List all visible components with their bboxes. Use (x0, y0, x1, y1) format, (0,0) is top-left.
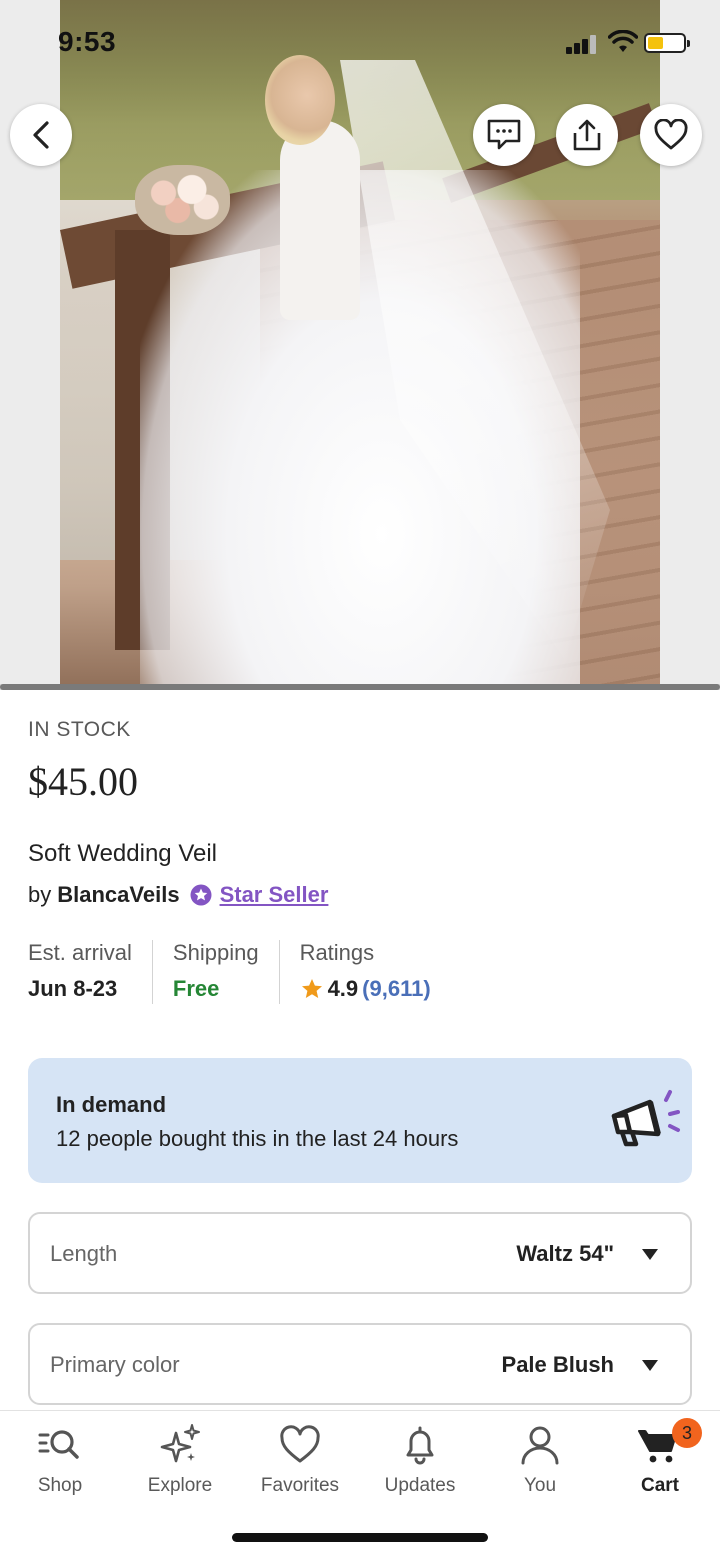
megaphone-icon (611, 1090, 680, 1147)
in-demand-heading: In demand (56, 1092, 167, 1117)
star-icon (301, 979, 322, 998)
primary-color-label: Primary color (50, 1352, 180, 1377)
heart-icon (654, 119, 688, 150)
bell-icon (406, 1426, 434, 1465)
status-time: 9:53 (58, 26, 117, 57)
primary-color-value: Pale Blush (501, 1352, 614, 1377)
chevron-down-icon (642, 1360, 658, 1371)
search-icon (38, 1430, 79, 1459)
product-image-gallery[interactable] (0, 0, 720, 690)
nav-cart-label: Cart (640, 1475, 679, 1496)
nav-favorites[interactable]: Favorites (240, 1411, 360, 1511)
length-value: Waltz 54" (516, 1241, 614, 1266)
cellular-signal-icon (566, 34, 600, 54)
in-demand-text: 12 people bought this in the last 24 hou… (56, 1126, 459, 1151)
fact-shipping: Shipping Free (173, 940, 280, 1004)
fact-arrival: Est. arrival Jun 8-23 (28, 940, 153, 1004)
length-select[interactable]: Length Waltz 54" (28, 1212, 692, 1294)
star-seller-badge-icon (190, 884, 212, 906)
product-title: Soft Wedding Veil (28, 840, 218, 867)
star-seller-link[interactable]: Star Seller (220, 882, 329, 908)
ratings-value[interactable]: 4.9 (9,611) (300, 976, 431, 1002)
nav-shop-label: Shop (37, 1475, 83, 1496)
nav-updates[interactable]: Updates (360, 1411, 480, 1511)
chevron-down-icon (642, 1249, 658, 1260)
gallery-progress-fill (0, 684, 720, 690)
heart-icon (280, 1425, 320, 1463)
favorite-button[interactable] (640, 104, 702, 166)
wifi-icon (608, 30, 638, 52)
battery-icon (644, 33, 690, 53)
message-seller-button[interactable] (473, 104, 535, 166)
cart-count-badge: 3 (672, 1418, 702, 1448)
product-price: $45.00 (28, 759, 138, 804)
nav-explore[interactable]: Explore (120, 1411, 240, 1511)
seller-line: by BlancaVeils Star Seller (28, 882, 328, 908)
arrival-value: Jun 8-23 (28, 976, 118, 1001)
length-label: Length (50, 1241, 118, 1266)
nav-updates-label: Updates (384, 1475, 456, 1496)
nav-you[interactable]: You (480, 1411, 600, 1511)
shop-name-link[interactable]: BlancaVeils (57, 882, 179, 908)
home-indicator[interactable] (232, 1533, 488, 1542)
message-icon (487, 119, 521, 150)
primary-color-select[interactable]: Primary color Pale Blush (28, 1323, 692, 1405)
gallery-progress-track (0, 684, 720, 690)
sparkle-icon (160, 1424, 200, 1463)
fact-ratings[interactable]: Ratings 4.9 (9,611) (300, 940, 451, 1004)
in-demand-banner: In demand 12 people bought this in the l… (28, 1058, 692, 1183)
photo-bouquet (135, 165, 230, 235)
product-photo[interactable] (60, 0, 660, 690)
rating-score: 4.9 (327, 976, 359, 1001)
nav-favorites-label: Favorites (260, 1475, 340, 1496)
product-facts: Est. arrival Jun 8-23 Shipping Free Rati… (28, 940, 471, 1004)
by-label: by (28, 882, 52, 907)
user-icon (521, 1426, 559, 1465)
photo-bodice (280, 120, 360, 320)
share-button[interactable] (556, 104, 618, 166)
share-icon (573, 119, 601, 151)
shipping-label: Shipping (172, 940, 259, 965)
shipping-value: Free (172, 976, 220, 1001)
nav-you-label: You (523, 1475, 557, 1496)
chevron-left-icon (33, 121, 49, 149)
arrival-label: Est. arrival (28, 940, 132, 965)
ratings-label: Ratings (299, 940, 375, 965)
nav-explore-label: Explore (147, 1475, 213, 1496)
nav-cart[interactable]: Cart (600, 1411, 720, 1511)
back-button[interactable] (10, 104, 72, 166)
status-bar: 9:53 (0, 0, 720, 88)
stock-status: IN STOCK (28, 718, 131, 741)
nav-shop[interactable]: Shop (0, 1411, 120, 1511)
rating-count-link[interactable]: (9,611) (362, 976, 431, 1002)
battery-level (648, 37, 664, 49)
